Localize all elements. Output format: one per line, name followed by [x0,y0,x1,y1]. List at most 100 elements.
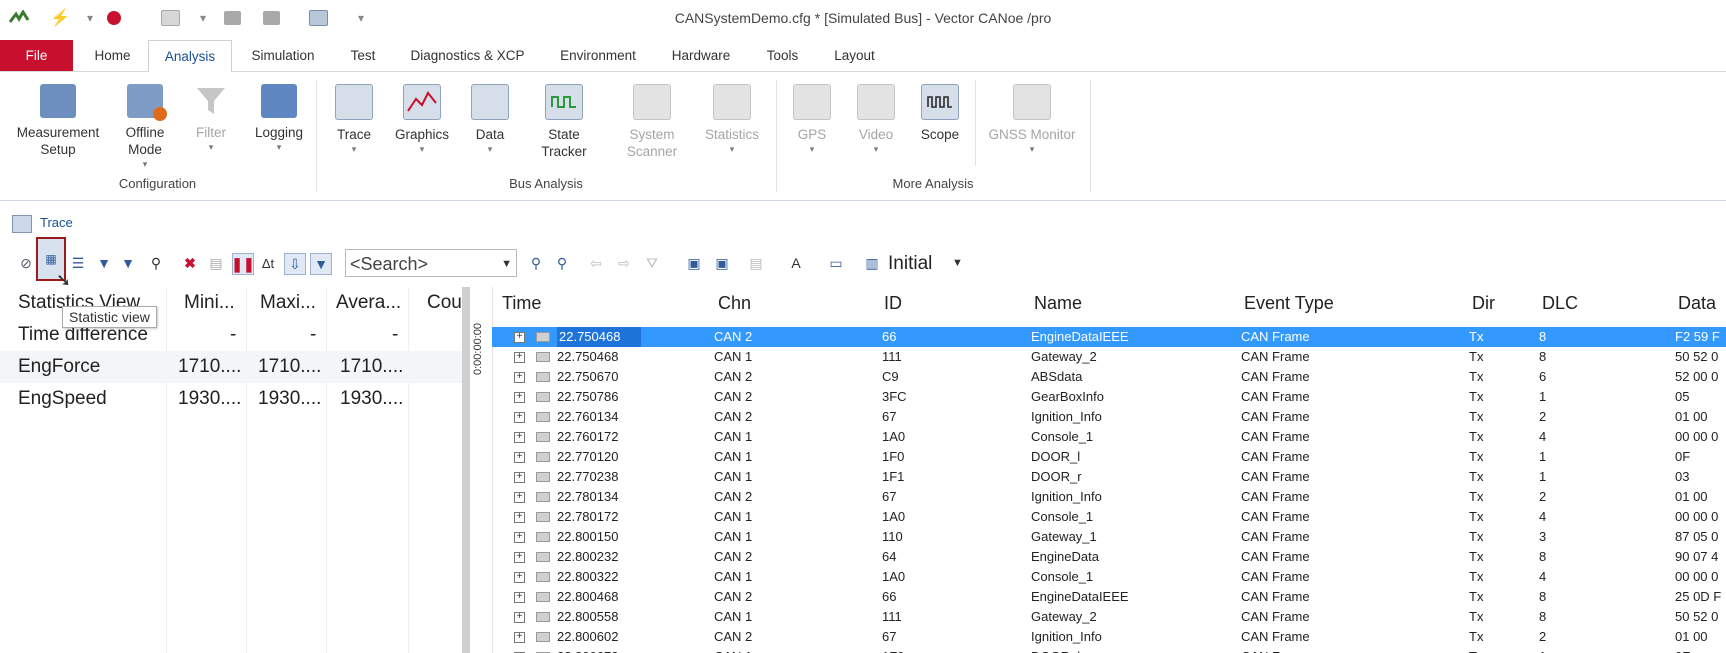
stat-row-name[interactable]: EngSpeed [18,383,164,415]
expand-icon[interactable]: + [514,512,525,523]
expand-icon[interactable]: + [514,432,525,443]
column-header-dir[interactable]: Dir [1472,287,1495,319]
cell-event-type: CAN Frame [1241,549,1310,564]
tab-tools[interactable]: Tools [755,40,810,71]
state-tracker-button[interactable]: State Tracker [526,84,602,160]
trace-row[interactable]: +22.780172 CAN 1 1A0 Console_1 CAN Frame Tx 4 0… [492,507,1726,527]
system-scanner-button[interactable]: System Scanner [614,84,690,160]
font-size-icon[interactable]: A [786,253,806,273]
stat-header-max[interactable]: Maxi... [260,287,326,319]
column-header-dlc[interactable]: DLC [1542,287,1578,319]
scope-button[interactable]: Scope [908,84,972,143]
gnss-monitor-button[interactable]: GNSS Monitor ▾ [980,84,1084,155]
column-header-data[interactable]: Data [1678,287,1716,319]
expand-icon[interactable]: + [514,532,525,543]
filter-add-icon[interactable]: ▼ [94,253,114,273]
tab-analysis[interactable]: Analysis [148,40,232,73]
trace-row[interactable]: +22.750670 CAN 2 C9 ABSdata CAN Frame Tx 6 52 0… [492,367,1726,387]
trace-row[interactable]: +22.800232 CAN 2 64 EngineData CAN Frame Tx 8 9… [492,547,1726,567]
clear-icon[interactable]: ▤ [206,253,226,273]
column-header-name[interactable]: Name [1034,287,1082,319]
expand-icon[interactable]: + [514,612,525,623]
trace-row[interactable]: +22.800558 CAN 1 111 Gateway_2 CAN Frame Tx 8 5… [492,607,1726,627]
expand-icon[interactable]: + [514,472,525,483]
time-mode-icon[interactable]: Δt [258,253,278,273]
tab-file[interactable]: File [0,40,73,71]
filter-toggle-icon[interactable]: ⊘ [16,253,36,273]
detail-filter-icon[interactable]: ▼ [310,253,332,275]
trace-row[interactable]: +22.780134 CAN 2 67 Ignition_Info CAN Frame T… [492,487,1726,507]
trace-row[interactable]: +22.760172 CAN 1 1A0 Console_1 CAN Frame Tx 4 0… [492,427,1726,447]
statistics-button[interactable]: Statistics ▾ [696,84,768,155]
tab-environment[interactable]: Environment [548,40,648,71]
filter-remove-icon[interactable]: ▼ [118,253,138,273]
trace-row[interactable]: +22.800602 CAN 2 67 Ignition_Info CAN Frame T… [492,627,1726,647]
column-header-event-type[interactable]: Event Type [1244,287,1334,319]
expand-icon[interactable]: + [514,632,525,643]
layout-select[interactable]: Initial [888,253,932,275]
forward-icon[interactable]: ⇨ [614,253,634,273]
tab-layout[interactable]: Layout [822,40,887,71]
expand-icon[interactable]: + [514,492,525,503]
back-icon[interactable]: ⇦ [586,253,606,273]
delete-icon[interactable]: ✖ [180,253,200,273]
trace-row[interactable]: +22.750468 CAN 2 66 EngineDataIEEE CAN Frame… [492,327,1726,347]
measurement-setup-button[interactable]: Measurement Setup [8,84,108,158]
binoculars-icon[interactable]: ⚲ [146,253,166,273]
trace-row[interactable]: +22.770120 CAN 1 1F0 DOOR_l CAN Frame Tx 1 0F [492,447,1726,467]
stat-row-name[interactable]: EngForce [18,351,164,383]
expand-icon[interactable]: + [514,452,525,463]
expand-icon[interactable]: + [514,572,525,583]
offline-mode-button[interactable]: Offline Mode ▾ [110,84,180,170]
video-button[interactable]: Video ▾ [844,84,908,155]
trace-row[interactable]: +22.800678CAN 11F0DOOR_lCAN FrameTx10F [492,647,1726,653]
tab-diagnostics-xcp[interactable]: Diagnostics & XCP [400,40,535,71]
trace-row[interactable]: +22.750468 CAN 1 111 Gateway_2 CAN Frame Tx 8 5… [492,347,1726,367]
column-header-id[interactable]: ID [884,287,902,319]
export-icon[interactable]: ▣ [712,253,732,273]
find-previous-icon[interactable]: ⚲ [552,253,572,273]
find-next-icon[interactable]: ⚲ [526,253,546,273]
pause-icon[interactable]: ❚❚ [231,253,255,275]
view-icon[interactable]: ▭ [826,253,846,273]
tab-hardware[interactable]: Hardware [660,40,742,71]
column-header-time[interactable]: Time [502,287,541,319]
expand-icon[interactable]: + [514,332,525,343]
search-field[interactable]: <Search> ▼ [345,249,517,277]
trace-row[interactable]: +22.800150 CAN 1 110 Gateway_1 CAN Frame Tx 3 8… [492,527,1726,547]
trace-row[interactable]: +22.750786 CAN 2 3FC GearBoxInfo CAN Frame Tx… [492,387,1726,407]
layout-config-icon[interactable]: ▥ [862,253,882,273]
tab-simulation[interactable]: Simulation [238,40,328,71]
stat-header-min[interactable]: Mini... [184,287,246,319]
pane-splitter[interactable] [462,287,470,653]
cell-event-type: CAN Frame [1241,389,1310,404]
trace-button[interactable]: Trace ▾ [322,84,386,155]
trace-row[interactable]: +22.800322 CAN 1 1A0 Console_1 CAN Frame Tx 4 0… [492,567,1726,587]
marker-icon[interactable]: ⛛ [642,253,662,273]
search-dropdown-arrow-icon[interactable]: ▼ [501,250,512,278]
expand-icon[interactable]: + [514,412,525,423]
tab-home[interactable]: Home [85,40,140,71]
column-header-chn[interactable]: Chn [718,287,751,319]
expand-icon[interactable]: + [514,352,525,363]
scroll-icon[interactable]: ⇩ [284,253,306,275]
tab-test[interactable]: Test [338,40,388,71]
expand-icon[interactable]: + [514,592,525,603]
expand-icon[interactable]: + [514,392,525,403]
trace-row[interactable]: +22.760134 CAN 2 67 Ignition_Info CAN Frame T… [492,407,1726,427]
layout-dropdown-arrow-icon[interactable]: ▼ [952,257,963,269]
trace-row[interactable]: +22.800468 CAN 2 66 EngineDataIEEE CAN Frame… [492,587,1726,607]
layout-icon[interactable]: ▤ [746,253,766,273]
gps-button[interactable]: GPS ▾ [780,84,844,155]
cell-time: 22.780172 [557,509,619,524]
window-icon[interactable]: ▣ [684,253,704,273]
expand-icon[interactable]: + [514,372,525,383]
stat-header-count[interactable]: Cou [427,287,462,319]
expand-icon[interactable]: + [514,552,525,563]
stat-header-avg[interactable]: Avera... [336,287,406,319]
trace-row[interactable]: +22.770238 CAN 1 1F1 DOOR_r CAN Frame Tx 1 03 [492,467,1726,487]
graphics-button[interactable]: Graphics ▾ [390,84,454,155]
filter-button[interactable]: Filter ▾ [180,84,242,153]
logging-button[interactable]: Logging ▾ [244,84,314,153]
data-button[interactable]: Data ▾ [458,84,522,155]
